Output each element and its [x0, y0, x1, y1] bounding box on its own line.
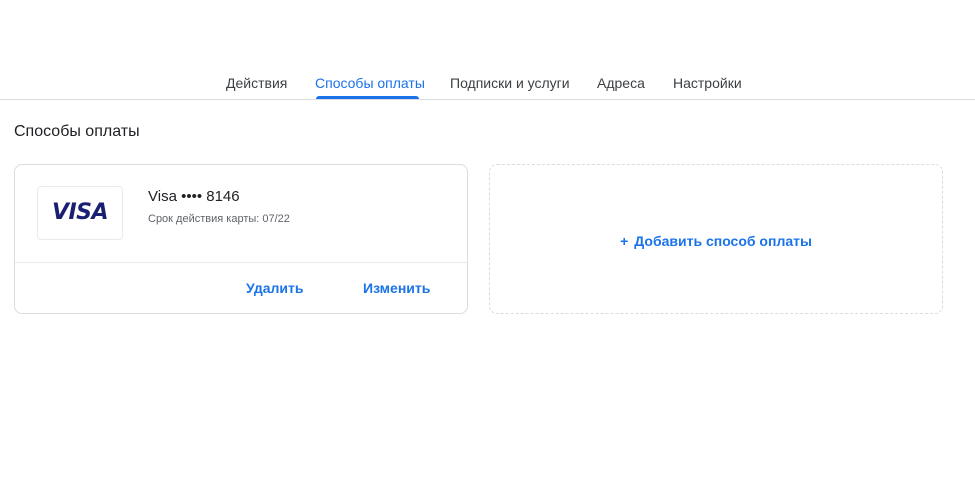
- tab-settings[interactable]: Настройки: [673, 75, 742, 91]
- card-expiry: Срок действия карты: 07/22: [148, 213, 290, 225]
- active-tab-indicator: [316, 96, 419, 99]
- delete-button[interactable]: Удалить: [246, 280, 303, 296]
- tab-actions[interactable]: Действия: [226, 75, 287, 91]
- tab-bar: Действия Способы оплаты Подписки и услуг…: [0, 62, 975, 100]
- card-divider: [15, 262, 467, 263]
- card-name: Visa •••• 8146: [148, 188, 240, 205]
- card-logo: VISA: [37, 186, 123, 240]
- edit-button[interactable]: Изменить: [363, 280, 430, 296]
- plus-icon: +: [620, 233, 629, 249]
- visa-logo: VISA: [51, 200, 109, 225]
- tab-addresses[interactable]: Адреса: [597, 75, 645, 91]
- add-payment-method-text: Добавить способ оплаты: [634, 233, 812, 249]
- add-payment-method-label: + Добавить способ оплаты: [490, 233, 942, 249]
- tab-payment-methods[interactable]: Способы оплаты: [315, 75, 425, 91]
- tab-subscriptions[interactable]: Подписки и услуги: [450, 75, 570, 91]
- payment-method-card: VISA Visa •••• 8146 Срок действия карты:…: [14, 164, 468, 314]
- add-payment-method-button[interactable]: + Добавить способ оплаты: [489, 164, 943, 314]
- page-title: Способы оплаты: [14, 123, 140, 140]
